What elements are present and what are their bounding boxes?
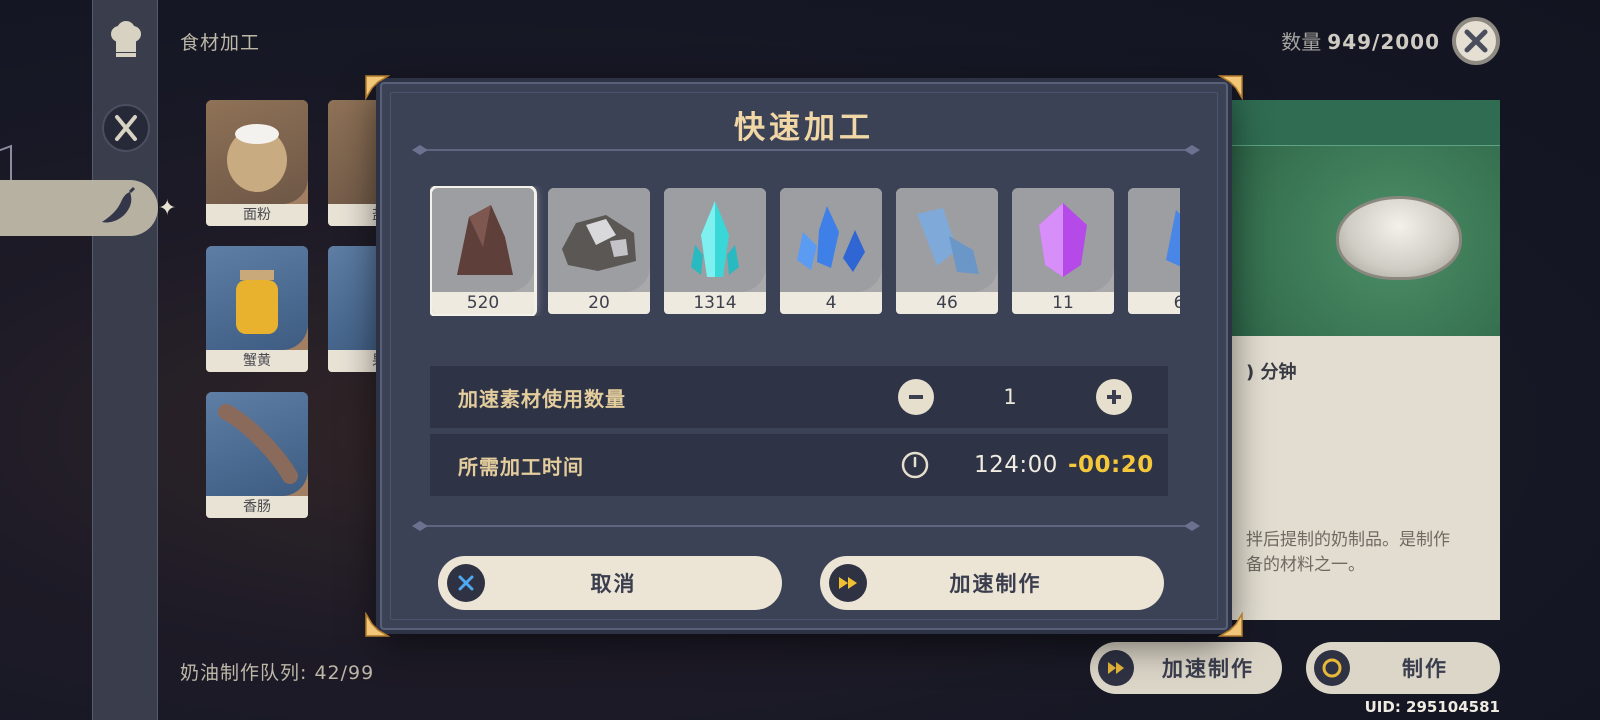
sparkle-icon: ✦ [158,196,177,221]
cancel-x-icon [447,564,485,602]
minus-icon [909,395,923,399]
increase-button[interactable] [1096,379,1132,415]
material-count: 6 [1128,292,1180,314]
material-slot[interactable]: 520 [430,186,537,316]
quick-process-dialog: 快速加工 520 20 1314 4 46 11 6 加速素材使用数量 1 所需… [365,75,1243,637]
purple-gem-icon [1012,188,1114,292]
dialog-title: 快速加工 [734,110,874,146]
fast-forward-icon [829,564,867,602]
page-title: 食材加工 [180,32,261,54]
cream-bowl-icon [1336,196,1462,280]
detail-art [1228,146,1500,336]
material-slot[interactable]: 20 [548,188,650,314]
chef-hat-icon[interactable] [102,16,150,64]
detail-time: ) 分钟 [1246,362,1297,383]
silver-ore-icon [548,188,650,292]
material-count: 1314 [664,292,766,314]
left-category-rail [92,0,158,720]
item-card[interactable]: 面粉 [206,100,308,226]
detail-banner [1228,100,1500,146]
footer-divider [412,521,1200,531]
cancel-label: 取消 [590,572,637,596]
speed-craft-button[interactable]: 加速制作 [1090,642,1282,694]
speed-craft-label: 加速制作 [1162,657,1254,681]
dialog-inner-border [390,92,1218,620]
item-label: 香肠 [206,496,308,518]
count-label: 数量 [1281,30,1322,54]
material-count: 46 [896,292,998,314]
circle-icon [1314,650,1350,686]
detail-panel: ) 分钟 拌后提制的奶制品。是制作 备的材料之一。 [1228,100,1500,620]
material-count: 4 [780,292,882,314]
confirm-speed-craft-button[interactable]: 加速制作 [820,556,1164,610]
detail-description: 拌后提制的奶制品。是制作 备的材料之一。 [1246,528,1496,578]
sausage-icon [206,392,308,496]
material-count: 11 [1012,292,1114,314]
craft-label: 制作 [1402,657,1448,681]
fast-forward-icon [1098,650,1134,686]
decrease-button[interactable] [898,379,934,415]
chili-pepper-icon [102,186,136,223]
time-reduction: -00:20 [1068,452,1154,478]
confirm-label: 加速制作 [949,572,1042,596]
craft-button[interactable]: 制作 [1306,642,1500,694]
description-line-2: 备的材料之一。 [1246,555,1365,575]
material-slot[interactable]: 6 [1128,188,1180,314]
pale-blue-crystal-icon [896,188,998,292]
time-label: 所需加工时间 [458,454,584,479]
clock-icon [901,451,929,479]
quantity-row: 加速素材使用数量 1 [430,366,1168,428]
material-slot[interactable]: 11 [1012,188,1114,314]
count-value: 949/2000 [1327,30,1440,54]
title-divider [412,145,1200,155]
cancel-button[interactable]: 取消 [438,556,782,610]
uid-label: UID: 295104581 [1364,698,1500,716]
dark-ore-icon [432,188,534,292]
time-row: 所需加工时间 124:00 -00:20 [430,434,1168,496]
queue-status: 奶油制作队列: 42/99 [180,662,375,684]
storage-count: 数量 949/2000 [1281,26,1440,55]
corner-ornament [1218,612,1243,637]
quantity-label: 加速素材使用数量 [458,386,626,411]
description-line-1: 拌后提制的奶制品。是制作 [1246,530,1450,550]
material-count: 20 [548,292,650,314]
crab-roe-jar-icon [206,246,308,350]
corner-ornament [365,75,390,100]
close-button[interactable] [1452,17,1500,65]
time-value: 124:00 [974,452,1058,478]
quantity-value: 1 [1003,385,1017,409]
item-label: 面粉 [206,204,308,226]
close-icon [1464,29,1488,53]
material-slot[interactable]: 46 [896,188,998,314]
material-slot[interactable]: 1314 [664,188,766,314]
corner-ornament [365,612,390,637]
item-label: 蟹黄 [206,350,308,372]
item-card[interactable]: 香肠 [206,392,308,518]
fork-knife-icon[interactable] [102,104,150,152]
corner-ornament [1218,75,1243,100]
blue-crystal-icon [1128,188,1180,292]
material-slot[interactable]: 4 [780,188,882,314]
material-list: 520 20 1314 4 46 11 6 [430,186,1180,316]
blue-crystal-cluster-icon [780,188,882,292]
flour-sack-icon [206,100,308,204]
item-card[interactable]: 蟹黄 [206,246,308,372]
tab-ingredient-processing[interactable] [0,180,158,236]
cyan-crystal-icon [664,188,766,292]
plus-icon [1107,390,1121,404]
material-count: 520 [432,292,534,314]
